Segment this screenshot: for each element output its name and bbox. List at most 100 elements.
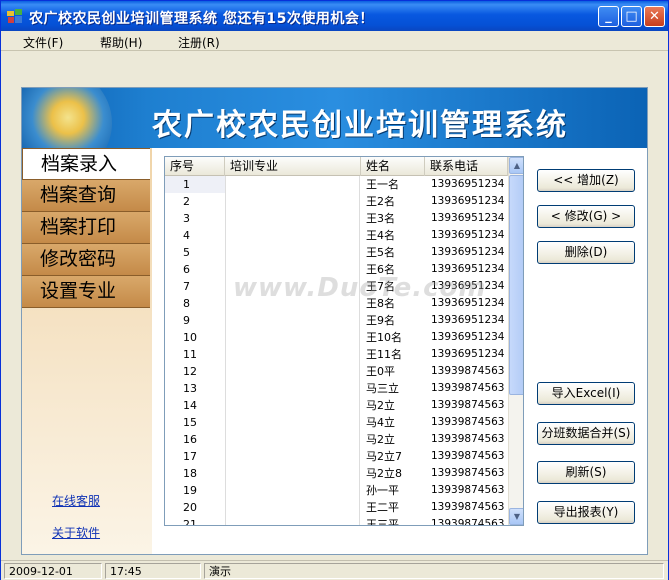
table-row[interactable]: 19 孙一平 13939874563 (165, 482, 508, 499)
records-table[interactable]: 序号 培训专业 姓名 联系电话 1 王一名 13936951234 2 王2名 13936… (164, 156, 524, 526)
title-bar[interactable]: 农广校农民创业培训管理系统 您还有15次使用机会！ _ □ ✕ (1, 1, 668, 31)
cell-name[interactable]: 马2立 (361, 431, 425, 448)
cell-major[interactable] (225, 431, 360, 448)
cell-major[interactable] (225, 397, 360, 414)
refresh-button[interactable]: 刷新(S) (537, 461, 635, 484)
table-row[interactable]: 16 马2立 13939874563 (165, 431, 508, 448)
column-header-index[interactable]: 序号 (165, 157, 225, 176)
cell-major[interactable] (225, 465, 360, 482)
cell-phone[interactable]: 13939874563 (425, 380, 508, 397)
table-row[interactable]: 18 马2立8 13939874563 (165, 465, 508, 482)
table-row[interactable]: 2 王2名 13936951234 (165, 193, 508, 210)
sidebar-item-set-major[interactable]: 设置专业 (22, 276, 150, 308)
scroll-up-icon[interactable]: ▲ (509, 157, 523, 174)
cell-name[interactable]: 王0平 (361, 363, 425, 380)
cell-major[interactable] (225, 227, 360, 244)
cell-major[interactable] (225, 312, 360, 329)
cell-index[interactable]: 10 (165, 329, 225, 346)
cell-phone[interactable]: 13939874563 (425, 363, 508, 380)
add-button[interactable]: << 增加(Z) (537, 169, 635, 192)
sidebar-item-record-entry[interactable]: 档案录入 (22, 148, 150, 180)
cell-major[interactable] (225, 380, 360, 397)
cell-name[interactable]: 王一名 (361, 176, 425, 193)
menu-help[interactable]: 帮助(H) (100, 34, 142, 51)
table-row[interactable]: 13 马三立 13939874563 (165, 380, 508, 397)
cell-major[interactable] (225, 244, 360, 261)
cell-index[interactable]: 21 (165, 516, 225, 525)
cell-index[interactable]: 5 (165, 244, 225, 261)
column-header-phone[interactable]: 联系电话 (425, 157, 508, 176)
table-row[interactable]: 4 王4名 13936951234 (165, 227, 508, 244)
cell-name[interactable]: 王10名 (361, 329, 425, 346)
sidebar-item-change-password[interactable]: 修改密码 (22, 244, 150, 276)
cell-name[interactable]: 马三立 (361, 380, 425, 397)
close-button[interactable]: ✕ (644, 6, 665, 27)
cell-phone[interactable]: 13936951234 (425, 176, 508, 193)
table-row[interactable]: 10 王10名 13936951234 (165, 329, 508, 346)
cell-index[interactable]: 16 (165, 431, 225, 448)
cell-name[interactable]: 王4名 (361, 227, 425, 244)
cell-phone[interactable]: 13936951234 (425, 244, 508, 261)
cell-name[interactable]: 马2立 (361, 397, 425, 414)
table-row[interactable]: 11 王11名 13936951234 (165, 346, 508, 363)
cell-phone[interactable]: 13936951234 (425, 329, 508, 346)
cell-phone[interactable]: 13939874563 (425, 397, 508, 414)
table-row[interactable]: 1 王一名 13936951234 (165, 176, 508, 193)
cell-phone[interactable]: 13939874563 (425, 516, 508, 525)
table-row[interactable]: 20 王二平 13939874563 (165, 499, 508, 516)
cell-index[interactable]: 14 (165, 397, 225, 414)
column-header-major[interactable]: 培训专业 (225, 157, 361, 176)
cell-index[interactable]: 12 (165, 363, 225, 380)
cell-index[interactable]: 3 (165, 210, 225, 227)
scroll-down-icon[interactable]: ▼ (509, 508, 523, 525)
cell-major[interactable] (225, 448, 360, 465)
cell-major[interactable] (225, 482, 360, 499)
table-row[interactable]: 17 马2立7 13939874563 (165, 448, 508, 465)
cell-index[interactable]: 17 (165, 448, 225, 465)
cell-index[interactable]: 6 (165, 261, 225, 278)
cell-index[interactable]: 19 (165, 482, 225, 499)
cell-major[interactable] (225, 414, 360, 431)
table-row[interactable]: 15 马4立 13939874563 (165, 414, 508, 431)
cell-name[interactable]: 王2名 (361, 193, 425, 210)
cell-name[interactable]: 王9名 (361, 312, 425, 329)
vertical-scrollbar[interactable]: ▲ ▼ (508, 157, 523, 525)
cell-name[interactable]: 王11名 (361, 346, 425, 363)
cell-major[interactable] (225, 363, 360, 380)
menu-file[interactable]: 文件(F) (23, 34, 63, 51)
table-row[interactable]: 5 王5名 13936951234 (165, 244, 508, 261)
cell-index[interactable]: 7 (165, 278, 225, 295)
merge-class-data-button[interactable]: 分班数据合并(S) (537, 422, 635, 445)
cell-index[interactable]: 13 (165, 380, 225, 397)
cell-index[interactable]: 18 (165, 465, 225, 482)
cell-name[interactable]: 马2立7 (361, 448, 425, 465)
cell-major[interactable] (225, 210, 360, 227)
cell-index[interactable]: 15 (165, 414, 225, 431)
cell-name[interactable]: 孙一平 (361, 482, 425, 499)
cell-phone[interactable]: 13936951234 (425, 227, 508, 244)
cell-index[interactable]: 20 (165, 499, 225, 516)
maximize-button[interactable]: □ (621, 6, 642, 27)
cell-major[interactable] (225, 193, 360, 210)
cell-name[interactable]: 王3名 (361, 210, 425, 227)
cell-phone[interactable]: 13939874563 (425, 431, 508, 448)
export-report-button[interactable]: 导出报表(Y) (537, 501, 635, 524)
table-row[interactable]: 9 王9名 13936951234 (165, 312, 508, 329)
cell-name[interactable]: 王三平 (361, 516, 425, 525)
cell-index[interactable]: 2 (165, 193, 225, 210)
scroll-thumb[interactable] (509, 175, 523, 395)
edit-button[interactable]: < 修改(G) > (537, 205, 635, 228)
table-row[interactable]: 12 王0平 13939874563 (165, 363, 508, 380)
sidebar-item-record-query[interactable]: 档案查询 (22, 180, 150, 212)
table-row[interactable]: 21 王三平 13939874563 (165, 516, 508, 525)
cell-index[interactable]: 8 (165, 295, 225, 312)
cell-phone[interactable]: 13939874563 (425, 465, 508, 482)
cell-name[interactable]: 马4立 (361, 414, 425, 431)
cell-major[interactable] (225, 346, 360, 363)
cell-phone[interactable]: 13939874563 (425, 499, 508, 516)
cell-index[interactable]: 4 (165, 227, 225, 244)
cell-phone[interactable]: 13939874563 (425, 448, 508, 465)
cell-index[interactable]: 11 (165, 346, 225, 363)
cell-phone[interactable]: 13939874563 (425, 482, 508, 499)
about-software-link[interactable]: 关于软件 (52, 524, 100, 541)
